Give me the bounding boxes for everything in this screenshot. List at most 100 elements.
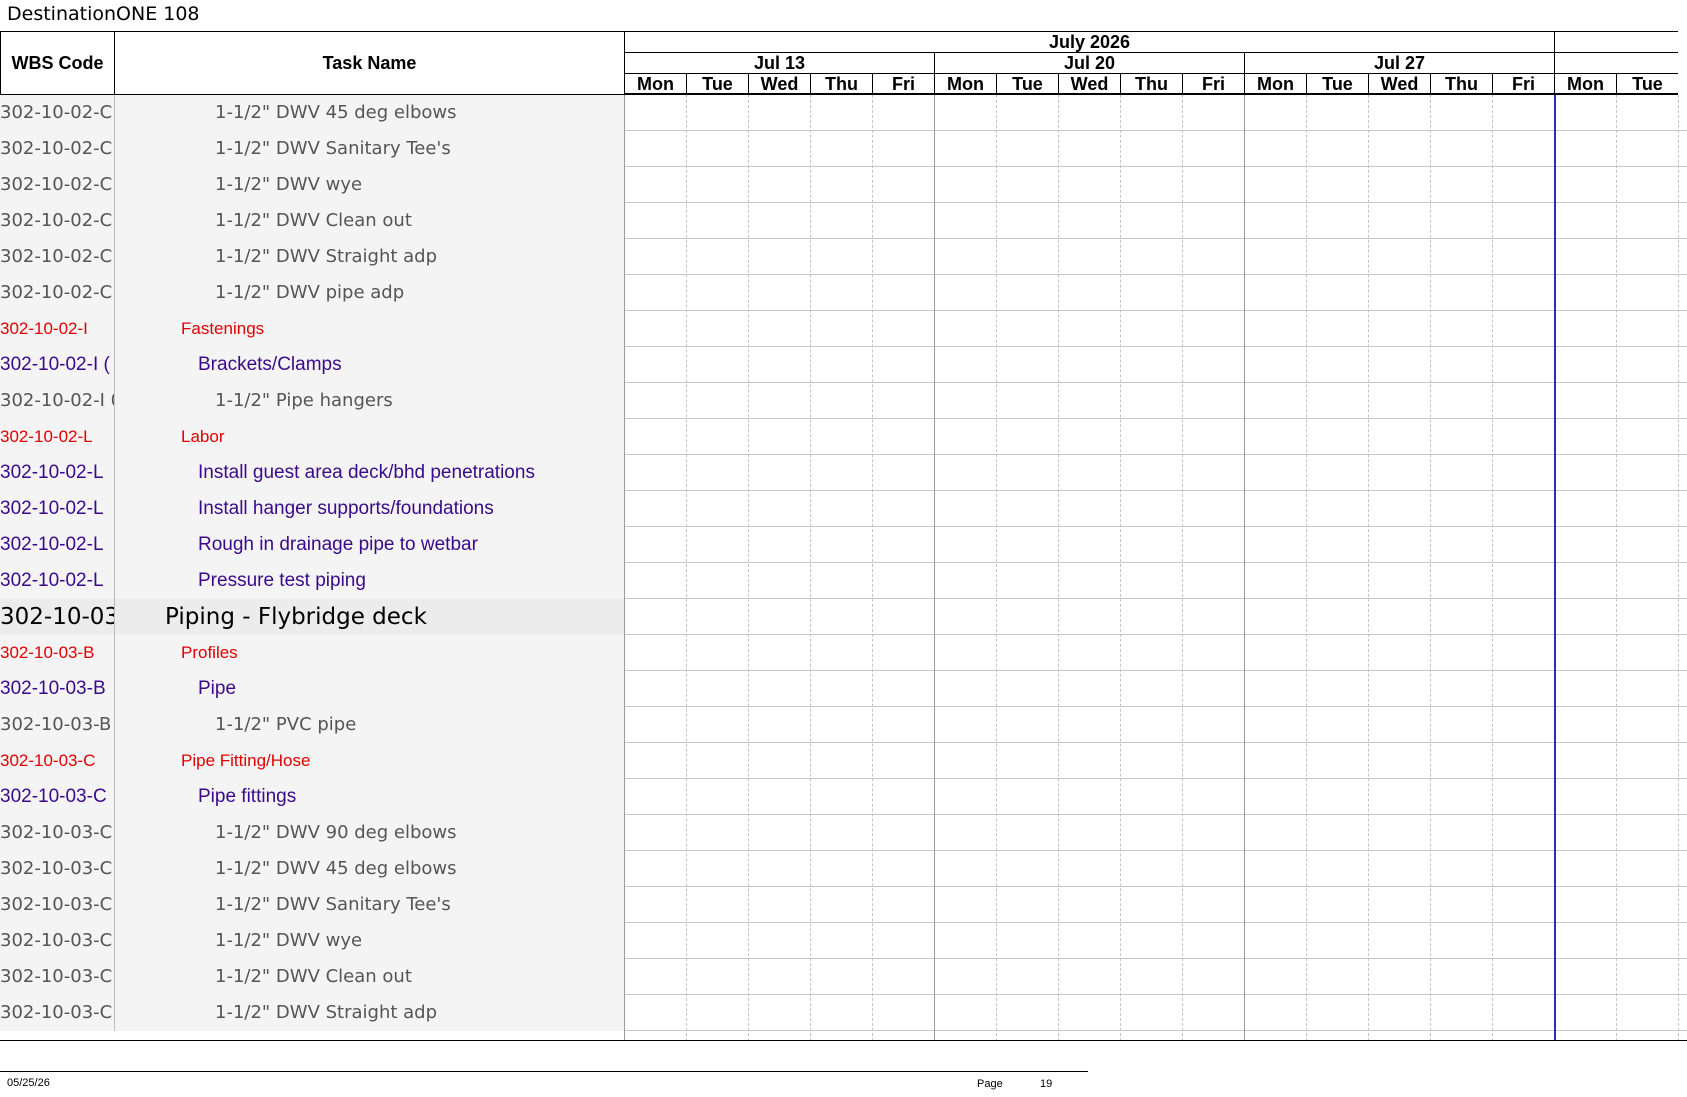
day-grid-line (1430, 95, 1431, 1041)
table-row[interactable]: 302-10-03-C 0 1-1/2" DWV 90 deg elbows (0, 815, 1687, 851)
table-bottom-border (0, 1040, 1687, 1041)
day-grid-line (996, 95, 997, 1041)
wbs-code-cell[interactable]: 302-10-02-I ( (0, 347, 115, 383)
wbs-code-cell[interactable]: 302-10-02-L (0, 527, 115, 563)
day-header: Mon (624, 73, 686, 95)
table-row[interactable]: 302-10-02-L Install guest area deck/bhd p… (0, 455, 1687, 491)
task-name-cell[interactable]: Pipe Fitting/Hose (115, 743, 625, 779)
task-name-cell[interactable]: 1-1/2" DWV wye (115, 167, 625, 203)
day-header: Fri (1182, 73, 1244, 95)
wbs-code-cell[interactable]: 302-10-03-C 0 (0, 995, 115, 1031)
wbs-code-cell[interactable]: 302-10-02-I 01 (0, 383, 115, 419)
wbs-code-cell[interactable]: 302-10-03-B (0, 635, 115, 671)
table-row[interactable]: 302-10-02-C 0 1-1/2" DWV wye (0, 167, 1687, 203)
table-row[interactable]: 302-10-02-C 0 1-1/2" DWV 45 deg elbows (0, 95, 1687, 131)
table-row[interactable]: 302-10-02-C 0 1-1/2" DWV Sanitary Tee's (0, 131, 1687, 167)
table-row[interactable]: 302-10-03-C Pipe fittings (0, 779, 1687, 815)
task-name-cell[interactable]: 1-1/2" DWV Straight adp (115, 995, 625, 1031)
task-name-column-header[interactable]: Task Name (115, 31, 625, 95)
wbs-code-cell[interactable]: 302-10-03 (0, 599, 115, 635)
wbs-code-cell[interactable]: 302-10-03-C 0 (0, 887, 115, 923)
task-name-cell[interactable]: Rough in drainage pipe to wetbar (115, 527, 625, 563)
day-grid-line (1120, 95, 1121, 1041)
day-grid-line (934, 95, 935, 1041)
wbs-code-cell[interactable]: 302-10-02-I (0, 311, 115, 347)
task-name-cell[interactable]: 1-1/2" DWV 45 deg elbows (115, 851, 625, 887)
task-name-cell[interactable]: Labor (115, 419, 625, 455)
task-name-text: Piping - Flybridge deck (165, 604, 427, 630)
table-row[interactable]: 302-10-03-B 0 1-1/2" PVC pipe (0, 707, 1687, 743)
table-row[interactable]: 302-10-02-L Labor (0, 419, 1687, 455)
task-name-cell[interactable]: 1-1/2" DWV 90 deg elbows (115, 815, 625, 851)
task-name-cell[interactable]: 1-1/2" DWV 45 deg elbows (115, 95, 625, 131)
task-name-cell[interactable]: 1-1/2" DWV Sanitary Tee's (115, 131, 625, 167)
wbs-code-cell[interactable]: 302-10-02-C 0 (0, 239, 115, 275)
wbs-code-cell[interactable]: 302-10-03-C (0, 779, 115, 815)
table-row[interactable]: 302-10-02-C 0 1-1/2" DWV pipe adp (0, 275, 1687, 311)
table-row[interactable]: 302-10-03 Piping - Flybridge deck (0, 599, 1687, 635)
wbs-column-header[interactable]: WBS Code (0, 31, 115, 95)
day-header: Mon (934, 73, 996, 95)
wbs-code-cell[interactable]: 302-10-02-C 0 (0, 275, 115, 311)
month-header: July 2026 (624, 31, 1554, 52)
wbs-code-cell[interactable]: 302-10-03-B (0, 671, 115, 707)
table-row[interactable]: 302-10-03-C 0 1-1/2" DWV Straight adp (0, 995, 1687, 1031)
wbs-code-cell[interactable]: 302-10-02-C 0 (0, 167, 115, 203)
task-name-cell[interactable]: Piping - Flybridge deck (115, 599, 625, 635)
table-row[interactable]: 302-10-02-I 01 1-1/2" Pipe hangers (0, 383, 1687, 419)
wbs-code-cell[interactable]: 302-10-03-C (0, 743, 115, 779)
day-header: Tue (1616, 73, 1678, 95)
wbs-code-cell[interactable]: 302-10-03-C 0 (0, 959, 115, 995)
table-row[interactable]: 302-10-02-C 0 1-1/2" DWV Straight adp (0, 239, 1687, 275)
table-row[interactable]: 302-10-02-L Rough in drainage pipe to wet… (0, 527, 1687, 563)
table-row[interactable]: 302-10-02-I (Brackets/Clamps (0, 347, 1687, 383)
table-row[interactable]: 302-10-03-C 0 1-1/2" DWV Sanitary Tee's (0, 887, 1687, 923)
wbs-code-cell[interactable]: 302-10-02-L (0, 419, 115, 455)
wbs-code-cell[interactable]: 302-10-02-C 0 (0, 203, 115, 239)
day-grid-line (1678, 95, 1679, 1041)
wbs-code-cell[interactable]: 302-10-03-C 0 (0, 851, 115, 887)
wbs-code-cell[interactable]: 302-10-03-C 0 (0, 815, 115, 851)
table-row[interactable]: 302-10-03-B Pipe (0, 671, 1687, 707)
task-name-cell[interactable]: 1-1/2" DWV wye (115, 923, 625, 959)
wbs-code-cell[interactable]: 302-10-03-B 0 (0, 707, 115, 743)
wbs-code-cell[interactable]: 302-10-02-L (0, 455, 115, 491)
wbs-code-cell[interactable]: 302-10-02-C 0 (0, 131, 115, 167)
table-row[interactable]: 302-10-02-C 0 1-1/2" DWV Clean out (0, 203, 1687, 239)
task-name-cell[interactable]: 1-1/2" Pipe hangers (115, 383, 625, 419)
task-name-cell[interactable]: 1-1/2" DWV Clean out (115, 959, 625, 995)
table-row[interactable]: 302-10-03-B Profiles (0, 635, 1687, 671)
task-name-text: Pipe (198, 678, 237, 699)
day-header: Wed (1058, 73, 1120, 95)
task-name-cell[interactable]: Pipe fittings (115, 779, 625, 815)
table-row[interactable]: 302-10-02-L Pressure test piping (0, 563, 1687, 599)
wbs-code-cell[interactable]: 302-10-02-C 0 (0, 95, 115, 131)
wbs-code-cell[interactable]: 302-10-03-C 0 (0, 923, 115, 959)
task-name-cell[interactable]: Fastenings (115, 311, 625, 347)
task-name-text: Pipe fittings (198, 786, 297, 807)
task-name-cell[interactable]: 1-1/2" DWV Clean out (115, 203, 625, 239)
task-name-cell[interactable]: Brackets/Clamps (115, 347, 625, 383)
task-name-cell[interactable]: Pressure test piping (115, 563, 625, 599)
task-name-cell[interactable]: 1-1/2" DWV Straight adp (115, 239, 625, 275)
table-row[interactable]: 302-10-02-L Install hanger supports/found… (0, 491, 1687, 527)
wbs-code-cell[interactable]: 302-10-02-L (0, 563, 115, 599)
table-row[interactable]: 302-10-02-I Fastenings (0, 311, 1687, 347)
task-name-cell[interactable]: Install guest area deck/bhd penetrations (115, 455, 625, 491)
task-name-cell[interactable]: Pipe (115, 671, 625, 707)
task-name-cell[interactable]: 1-1/2" DWV Sanitary Tee's (115, 887, 625, 923)
table-row[interactable]: 302-10-03-C 0 1-1/2" DWV wye (0, 923, 1687, 959)
task-name-cell[interactable]: 1-1/2" DWV pipe adp (115, 275, 625, 311)
table-row[interactable]: 302-10-03-C 0 1-1/2" DWV 45 deg elbows (0, 851, 1687, 887)
today-marker-line (1554, 95, 1556, 1041)
task-name-text: 1-1/2" DWV 90 deg elbows (215, 822, 457, 843)
day-header: Tue (1306, 73, 1368, 95)
task-name-text: Pipe Fitting/Hose (181, 751, 311, 770)
wbs-code-cell[interactable]: 302-10-02-L (0, 491, 115, 527)
day-grid-line (748, 95, 749, 1041)
task-name-cell[interactable]: Profiles (115, 635, 625, 671)
table-row[interactable]: 302-10-03-C Pipe Fitting/Hose (0, 743, 1687, 779)
task-name-cell[interactable]: 1-1/2" PVC pipe (115, 707, 625, 743)
table-row[interactable]: 302-10-03-C 0 1-1/2" DWV Clean out (0, 959, 1687, 995)
task-name-cell[interactable]: Install hanger supports/foundations (115, 491, 625, 527)
